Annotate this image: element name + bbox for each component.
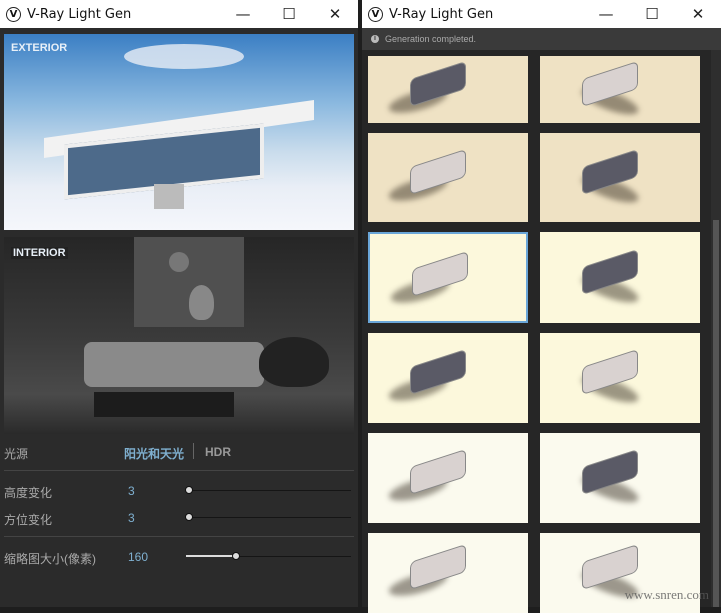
title-bar: V V-Ray Light Gen — ☐ ✕ <box>362 0 721 28</box>
left-window: V V-Ray Light Gen — ☐ ✕ EXTERIOR INTERIO… <box>0 0 358 607</box>
render-thumbnail[interactable] <box>540 232 700 323</box>
interior-preset[interactable]: INTERIOR <box>4 237 354 434</box>
close-button[interactable]: ✕ <box>312 5 358 23</box>
close-button[interactable]: ✕ <box>675 5 721 23</box>
exterior-preset[interactable]: EXTERIOR <box>4 34 354 230</box>
info-icon: i <box>371 35 379 43</box>
render-thumbnail[interactable] <box>540 433 700 523</box>
divider <box>4 470 354 471</box>
vray-logo-icon: V <box>6 6 21 22</box>
render-thumbnail[interactable] <box>540 56 700 123</box>
minimize-button[interactable]: — <box>583 5 629 23</box>
scrollbar[interactable] <box>711 50 721 607</box>
light-source-label: 光源 <box>4 447 29 461</box>
render-thumbnail[interactable] <box>368 433 528 523</box>
status-text: Generation completed. <box>385 34 477 44</box>
height-variation-label: 高度变化 <box>4 486 53 500</box>
vray-logo-icon: V <box>368 6 383 22</box>
light-option-sun-sky[interactable]: 阳光和天光 <box>124 445 184 462</box>
title-bar: V V-Ray Light Gen — ☐ ✕ <box>0 0 358 28</box>
right-window: V V-Ray Light Gen — ☐ ✕ i Generation com… <box>362 0 721 613</box>
slider-handle[interactable] <box>232 552 240 560</box>
render-thumbnail[interactable] <box>368 232 528 323</box>
thumbnail-size-value: 160 <box>128 550 149 564</box>
height-variation-value: 3 <box>128 484 135 498</box>
window-title: V-Ray Light Gen <box>27 6 132 22</box>
slider-handle[interactable] <box>185 513 193 521</box>
divider <box>193 443 194 459</box>
scrollbar-thumb[interactable] <box>713 220 719 607</box>
azimuth-variation-label: 方位变化 <box>4 513 53 527</box>
divider <box>4 536 354 537</box>
render-thumbnail[interactable] <box>368 133 528 222</box>
render-thumbnail[interactable] <box>368 56 528 123</box>
light-option-hdr[interactable]: HDR <box>205 445 231 459</box>
window-title: V-Ray Light Gen <box>389 6 494 22</box>
render-thumbnail[interactable] <box>368 533 528 613</box>
render-thumbnail[interactable] <box>540 133 700 222</box>
maximize-button[interactable]: ☐ <box>266 5 312 23</box>
render-thumbnail[interactable] <box>540 333 700 423</box>
azimuth-variation-value: 3 <box>128 511 135 525</box>
height-variation-slider[interactable] <box>185 486 351 494</box>
thumbnail-size-label: 缩略图大小(像素) <box>4 552 96 566</box>
slider-handle[interactable] <box>185 486 193 494</box>
minimize-button[interactable]: — <box>220 5 266 23</box>
watermark: www.snren.com <box>624 587 709 602</box>
exterior-label: EXTERIOR <box>11 42 68 54</box>
thumbnail-size-slider[interactable] <box>186 552 351 560</box>
render-thumbnail[interactable] <box>368 333 528 423</box>
interior-label: INTERIOR <box>11 247 68 259</box>
status-bar: i Generation completed. <box>362 28 721 50</box>
maximize-button[interactable]: ☐ <box>629 5 675 23</box>
azimuth-variation-slider[interactable] <box>185 513 351 521</box>
